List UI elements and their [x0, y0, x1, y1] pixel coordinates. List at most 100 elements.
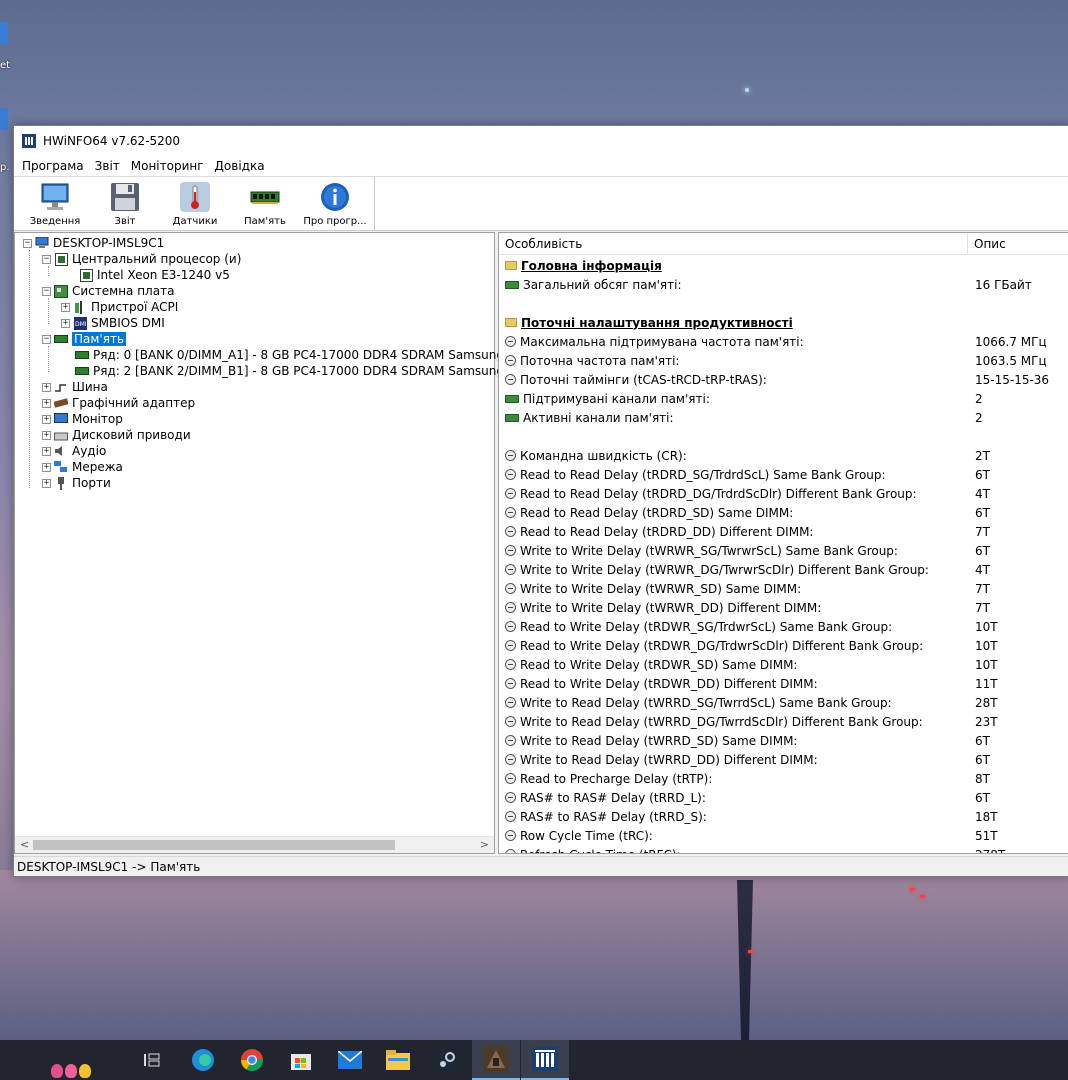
- title-bar[interactable]: HWiNFO64 v7.62-5200: [14, 126, 1068, 155]
- detail-row[interactable]: Write to Write Delay (tWRWR_DG/TwrwrScDl…: [499, 560, 1068, 579]
- tree-node-cpu-model[interactable]: Intel Xeon E3-1240 v5: [63, 267, 230, 283]
- desktop-shortcut-icon[interactable]: [0, 108, 8, 130]
- tree-node-motherboard[interactable]: − Системна плата: [42, 283, 174, 299]
- scroll-left-icon[interactable]: <: [20, 838, 29, 851]
- timing-icon: [505, 659, 516, 670]
- detail-row[interactable]: Read to Read Delay (tRDRD_SG/TrdrdScL) S…: [499, 465, 1068, 484]
- tree-node-memory-row2[interactable]: Ряд: 2 [BANK 2/DIMM_B1] - 8 GB PC4-17000…: [63, 363, 518, 379]
- store-icon[interactable]: [277, 1040, 325, 1080]
- expand-toggle[interactable]: +: [42, 382, 51, 392]
- tree-node-disk[interactable]: + Дисковий приводи: [42, 427, 191, 443]
- detail-row[interactable]: RAS# to RAS# Delay (tRRD_L): 6T: [499, 788, 1068, 807]
- tree-node-cpu[interactable]: − Центральний процесор (и): [42, 251, 241, 267]
- game-icon[interactable]: [472, 1040, 520, 1080]
- collapse-toggle[interactable]: −: [23, 238, 32, 248]
- section-header-row[interactable]: Головна інформація: [499, 256, 1068, 275]
- tree-node-gpu[interactable]: + Графічний адаптер: [42, 395, 195, 411]
- wallpaper-tower-light: [745, 88, 749, 92]
- detail-row[interactable]: Командна швидкість (CR): 2T: [499, 446, 1068, 465]
- expand-toggle[interactable]: +: [61, 318, 70, 328]
- desktop-shortcut-icon[interactable]: [0, 22, 8, 44]
- expand-toggle[interactable]: +: [42, 462, 51, 472]
- expand-toggle[interactable]: +: [42, 478, 51, 488]
- feature-label: Read to Precharge Delay (tRTP):: [520, 771, 713, 786]
- tree-node-audio[interactable]: + Аудіо: [42, 443, 106, 459]
- detail-row[interactable]: Read to Read Delay (tRDRD_DG/TrdrdScDlr)…: [499, 484, 1068, 503]
- detail-row[interactable]: Write to Write Delay (tWRWR_SG/TwrwrScL)…: [499, 541, 1068, 560]
- collapse-toggle[interactable]: −: [42, 254, 51, 264]
- spacer-row: [499, 427, 1068, 446]
- expand-toggle[interactable]: +: [61, 302, 70, 312]
- report-button[interactable]: Звіт: [90, 177, 160, 230]
- detail-row[interactable]: RAS# to RAS# Delay (tRRD_S): 18T: [499, 807, 1068, 826]
- memory-module-icon: [505, 280, 519, 289]
- detail-row[interactable]: Read to Write Delay (tRDWR_SG/TrdwrScL) …: [499, 617, 1068, 636]
- collapse-toggle[interactable]: −: [42, 286, 51, 296]
- menu-monitoring[interactable]: Моніторинг: [131, 159, 204, 173]
- info-icon: [319, 181, 351, 213]
- tree-label: Мережа: [72, 460, 123, 474]
- steam-icon[interactable]: [423, 1040, 471, 1080]
- tulips-widget-icon[interactable]: [50, 1044, 92, 1078]
- monitor-icon: [54, 413, 68, 426]
- tree-node-ports[interactable]: + Порти: [42, 475, 111, 491]
- detail-row[interactable]: Write to Write Delay (tWRWR_DD) Differen…: [499, 598, 1068, 617]
- expand-toggle[interactable]: +: [42, 430, 51, 440]
- detail-row[interactable]: Write to Write Delay (tWRWR_SD) Same DIM…: [499, 579, 1068, 598]
- expand-toggle[interactable]: +: [42, 446, 51, 456]
- menu-report[interactable]: Звіт: [95, 159, 120, 173]
- tree-node-network[interactable]: + Мережа: [42, 459, 123, 475]
- tree-node-root[interactable]: − DESKTOP-IMSL9C1: [23, 235, 164, 251]
- detail-row[interactable]: Read to Write Delay (tRDWR_DD) Different…: [499, 674, 1068, 693]
- detail-row[interactable]: Максимальна підтримувана частота пам'яті…: [499, 332, 1068, 351]
- feature-label: Write to Read Delay (tWRRD_DD) Different…: [520, 752, 818, 767]
- scroll-thumb[interactable]: [33, 840, 395, 850]
- chrome-icon[interactable]: [228, 1040, 276, 1080]
- task-view-icon[interactable]: [128, 1040, 176, 1080]
- detail-row[interactable]: Write to Read Delay (tWRRD_SG/TwrrdScL) …: [499, 693, 1068, 712]
- column-header-description[interactable]: Опис: [968, 233, 1068, 255]
- detail-row[interactable]: Read to Write Delay (tRDWR_DG/TrdwrScDlr…: [499, 636, 1068, 655]
- feature-label: Write to Write Delay (tWRWR_SD) Same DIM…: [520, 581, 802, 596]
- detail-row[interactable]: Read to Read Delay (tRDRD_SD) Same DIMM:…: [499, 503, 1068, 522]
- edge-icon[interactable]: [179, 1040, 227, 1080]
- hwinfo-icon[interactable]: [521, 1040, 569, 1080]
- detail-row[interactable]: Загальний обсяг пам'яті: 16 ГБайт: [499, 275, 1068, 294]
- details-list[interactable]: Особливість Опис Головна інформація Загал…: [498, 232, 1068, 854]
- detail-row[interactable]: Поточна частота пам'яті: 1063.5 МГц: [499, 351, 1068, 370]
- sensors-button[interactable]: Датчики: [160, 177, 230, 230]
- scroll-right-icon[interactable]: >: [480, 838, 489, 851]
- detail-row[interactable]: Активні канали пам'яті: 2: [499, 408, 1068, 427]
- about-button[interactable]: Про прогр...: [300, 177, 370, 230]
- detail-row[interactable]: Write to Read Delay (tWRRD_DG/TwrrdScDlr…: [499, 712, 1068, 731]
- summary-button[interactable]: Зведення: [20, 177, 90, 230]
- detail-row[interactable]: Refresh Cycle Time (tRFC): 278T: [499, 845, 1068, 853]
- section-header-row[interactable]: Поточні налаштування продуктивності: [499, 313, 1068, 332]
- tree-node-smbios[interactable]: + DMI SMBIOS DMI: [61, 315, 165, 331]
- tree-node-acpi[interactable]: + Пристрої ACPI: [61, 299, 178, 315]
- device-tree[interactable]: − DESKTOP-IMSL9C1 − Центральний процесор…: [14, 232, 518, 854]
- detail-row[interactable]: Write to Read Delay (tWRRD_SD) Same DIMM…: [499, 731, 1068, 750]
- detail-row[interactable]: Row Cycle Time (tRC): 51T: [499, 826, 1068, 845]
- collapse-toggle[interactable]: −: [42, 334, 51, 344]
- detail-row[interactable]: Поточні таймінги (tCAS-tRCD-tRP-tRAS): 15…: [499, 370, 1068, 389]
- detail-row[interactable]: Write to Read Delay (tWRRD_DD) Different…: [499, 750, 1068, 769]
- detail-row[interactable]: Read to Precharge Delay (tRTP): 8T: [499, 769, 1068, 788]
- memory-button[interactable]: Пам'ять: [230, 177, 300, 230]
- detail-row[interactable]: Read to Read Delay (tRDRD_DD) Different …: [499, 522, 1068, 541]
- detail-row[interactable]: Read to Write Delay (tRDWR_SD) Same DIMM…: [499, 655, 1068, 674]
- menu-program[interactable]: Програма: [22, 159, 84, 173]
- feature-label: Read to Read Delay (tRDRD_DG/TrdrdScDlr)…: [520, 486, 917, 501]
- file-explorer-icon[interactable]: [374, 1040, 422, 1080]
- detail-row[interactable]: Підтримувані канали пам'яті: 2: [499, 389, 1068, 408]
- mail-icon[interactable]: [326, 1040, 374, 1080]
- column-header-feature[interactable]: Особливість: [499, 233, 968, 255]
- tree-node-bus[interactable]: + Шина: [42, 379, 108, 395]
- expand-toggle[interactable]: +: [42, 414, 51, 424]
- tree-horizontal-scrollbar[interactable]: < >: [15, 836, 494, 853]
- expand-toggle[interactable]: +: [42, 398, 51, 408]
- menu-help[interactable]: Довідка: [215, 159, 265, 173]
- tree-node-monitor[interactable]: + Монітор: [42, 411, 123, 427]
- tree-node-memory-row0[interactable]: Ряд: 0 [BANK 0/DIMM_A1] - 8 GB PC4-17000…: [63, 347, 518, 363]
- tree-node-memory[interactable]: − Пам'ять: [42, 331, 127, 347]
